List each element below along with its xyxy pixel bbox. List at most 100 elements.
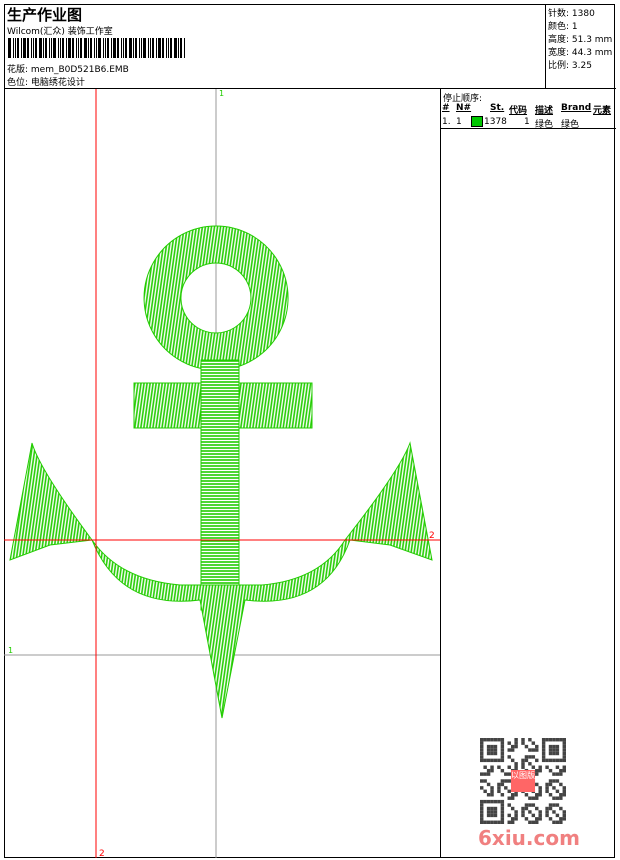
qr-module	[510, 748, 515, 752]
qr-module	[493, 806, 498, 811]
qr-module	[531, 765, 536, 769]
qr-module	[548, 803, 553, 807]
qr-module	[538, 817, 542, 821]
qr-module	[545, 806, 549, 811]
qr-module	[555, 820, 560, 824]
qr-module	[562, 741, 566, 745]
qr-module	[552, 738, 556, 742]
qr-module	[500, 741, 505, 745]
qr-module	[548, 768, 553, 773]
guide-label-red-right: 2	[429, 531, 435, 541]
qr-module	[500, 744, 505, 749]
qr-module	[548, 748, 553, 752]
qr-module	[541, 744, 546, 749]
qr-module	[535, 744, 539, 749]
qr-module	[521, 738, 525, 742]
qr-module	[500, 817, 505, 821]
qr-module	[562, 789, 566, 794]
qr-module	[531, 741, 536, 745]
qr-module	[480, 806, 484, 811]
qr-module	[500, 782, 505, 787]
qr-module	[480, 744, 484, 749]
qr-module	[486, 768, 491, 773]
qr-module	[521, 758, 525, 763]
qr-module	[555, 796, 560, 800]
qr-module	[531, 796, 536, 800]
qr-module	[552, 810, 556, 814]
qr-module	[535, 772, 539, 776]
qr-module	[545, 758, 549, 763]
qr-module	[483, 799, 487, 804]
qr-module	[486, 758, 491, 763]
qr-module	[480, 817, 484, 821]
qr-module	[555, 789, 560, 794]
qr-module	[480, 755, 484, 759]
qr-module	[490, 810, 494, 814]
qr-module	[552, 786, 556, 790]
qr-module	[507, 748, 511, 752]
qr-module	[483, 820, 487, 824]
qr-module	[562, 786, 566, 790]
qr-module	[559, 806, 563, 811]
qr-module	[555, 751, 560, 756]
qr-module	[480, 751, 484, 756]
qr-module	[552, 751, 556, 756]
qr-module	[493, 810, 498, 814]
qr-module	[514, 813, 518, 818]
qr-module	[486, 751, 491, 756]
qr-module	[538, 786, 542, 790]
qr-module	[541, 741, 546, 745]
design-canvas: 1 1 2 2	[4, 89, 440, 859]
qr-module	[524, 755, 529, 759]
qr-module	[528, 755, 532, 759]
qr-module	[555, 772, 560, 776]
qr-module	[507, 796, 511, 800]
qr-module	[514, 765, 518, 769]
qr-module	[514, 741, 518, 745]
qr-module	[490, 789, 494, 794]
qr-module	[507, 820, 511, 824]
anchor-embroidery	[9, 225, 433, 719]
watermark-logo: 6xiu.com	[478, 826, 580, 850]
qr-module	[480, 813, 484, 818]
qr-module	[507, 741, 511, 745]
qr-module	[500, 758, 505, 763]
qr-module	[528, 810, 532, 814]
qr-module	[480, 758, 484, 763]
qr-module	[521, 813, 525, 818]
qr-module	[490, 765, 494, 769]
qr-module	[531, 803, 536, 807]
qr-module	[510, 744, 515, 749]
qr-module	[497, 786, 501, 790]
qr-module	[500, 748, 505, 752]
qr-module	[504, 779, 508, 783]
qr-module	[528, 738, 532, 742]
qr-module	[552, 796, 556, 800]
qr-module	[507, 765, 511, 769]
qr-module	[514, 762, 518, 766]
qr-module	[535, 748, 539, 752]
qr-module	[521, 741, 525, 745]
qr-module	[521, 762, 525, 766]
qr-module	[504, 786, 508, 790]
qr-module	[531, 813, 536, 818]
qr-module	[541, 751, 546, 756]
qr-module	[510, 793, 515, 797]
qr-module	[500, 820, 505, 824]
qr-module	[548, 779, 553, 783]
qr-module	[510, 806, 515, 811]
qr-module	[559, 796, 563, 800]
qr-module	[490, 793, 494, 797]
qr-module	[490, 799, 494, 804]
qr-module	[514, 744, 518, 749]
qr-module	[535, 820, 539, 824]
qr-module	[521, 765, 525, 769]
qr-module	[480, 772, 484, 776]
qr-module	[524, 806, 529, 811]
qr-module	[541, 738, 546, 742]
qr-module	[562, 817, 566, 821]
qr-module	[483, 772, 487, 776]
qr-module	[500, 803, 505, 807]
anchor-shank	[200, 359, 240, 611]
qr-module	[510, 758, 515, 763]
